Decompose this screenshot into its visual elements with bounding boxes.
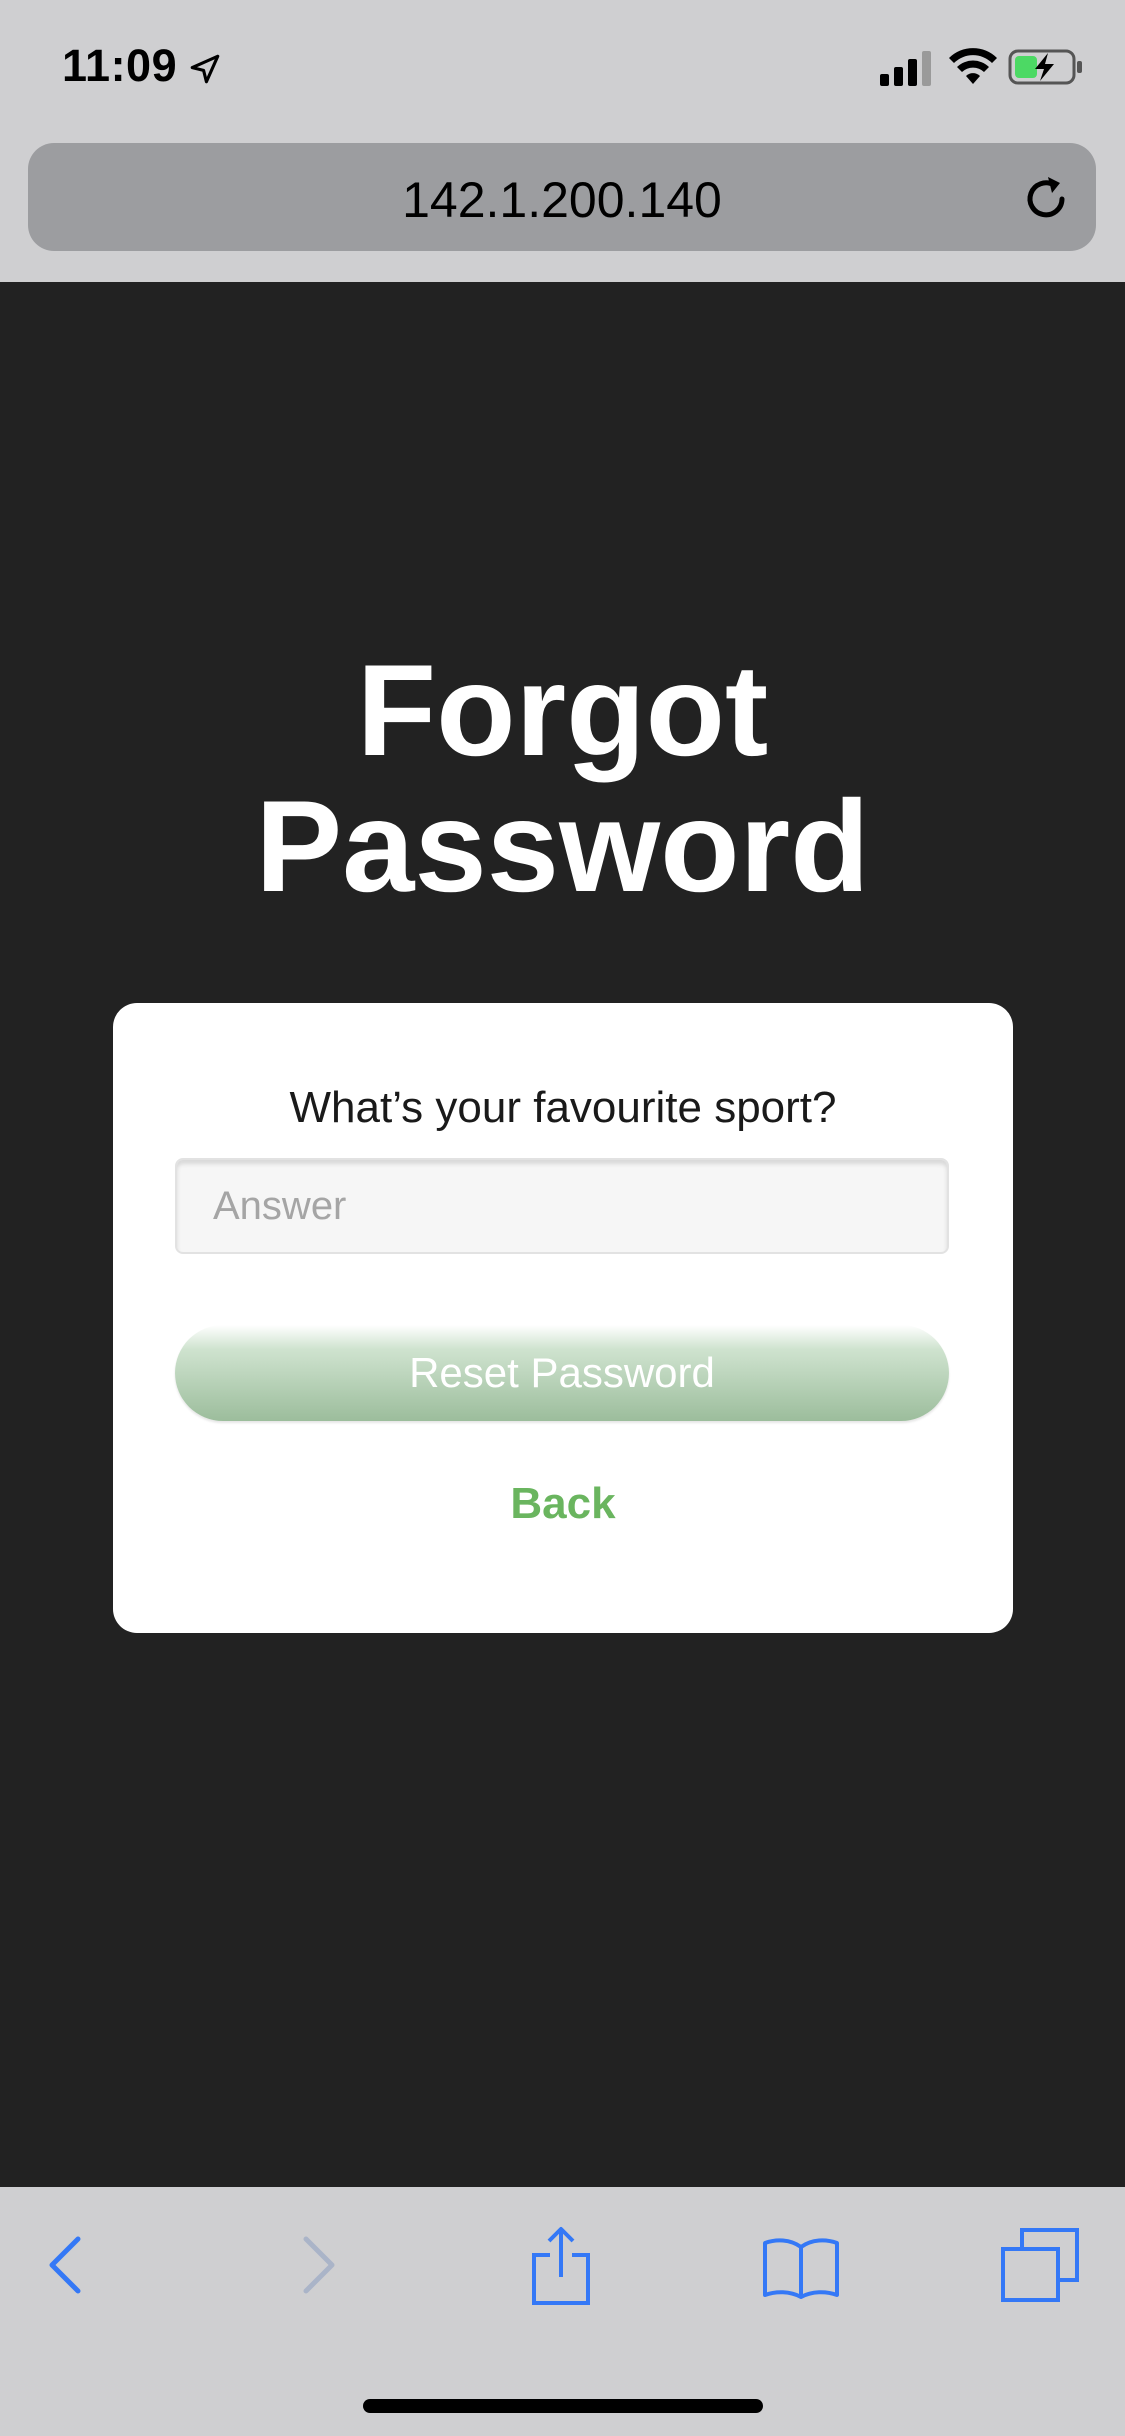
back-icon[interactable] bbox=[44, 2233, 88, 2297]
phone-screen: 11:09 142.1.200.140 Forgot Password What… bbox=[0, 0, 1125, 2436]
web-content: Forgot Password What’s your favourite sp… bbox=[0, 282, 1125, 2187]
home-indicator[interactable] bbox=[363, 2399, 763, 2413]
answer-input[interactable] bbox=[175, 1158, 949, 1254]
forgot-password-card: What’s your favourite sport? Reset Passw… bbox=[113, 1003, 1013, 1633]
security-question-label: What’s your favourite sport? bbox=[289, 1083, 837, 1132]
bookmarks-icon[interactable] bbox=[762, 2235, 840, 2299]
tabs-icon[interactable] bbox=[1000, 2227, 1080, 2303]
address-bar[interactable]: 142.1.200.140 bbox=[28, 143, 1096, 251]
browser-toolbar bbox=[0, 2187, 1125, 2436]
reset-password-button[interactable]: Reset Password bbox=[175, 1325, 949, 1421]
page-title-line-1: Forgot bbox=[356, 637, 769, 783]
url-text[interactable]: 142.1.200.140 bbox=[28, 171, 1096, 229]
forward-icon[interactable] bbox=[296, 2233, 340, 2297]
back-link[interactable]: Back bbox=[113, 1479, 1013, 1529]
share-icon[interactable] bbox=[530, 2225, 592, 2305]
cellular-signal-icon bbox=[880, 51, 931, 86]
page-title: Forgot Password bbox=[0, 642, 1125, 914]
status-time: 11:09 bbox=[62, 40, 178, 91]
wifi-icon bbox=[949, 48, 997, 84]
page-title-line-2: Password bbox=[255, 773, 870, 919]
status-bar: 11:09 bbox=[0, 0, 1125, 135]
reload-icon[interactable] bbox=[1018, 171, 1074, 227]
battery-charging-icon bbox=[1008, 49, 1082, 85]
location-arrow-icon bbox=[190, 54, 220, 84]
